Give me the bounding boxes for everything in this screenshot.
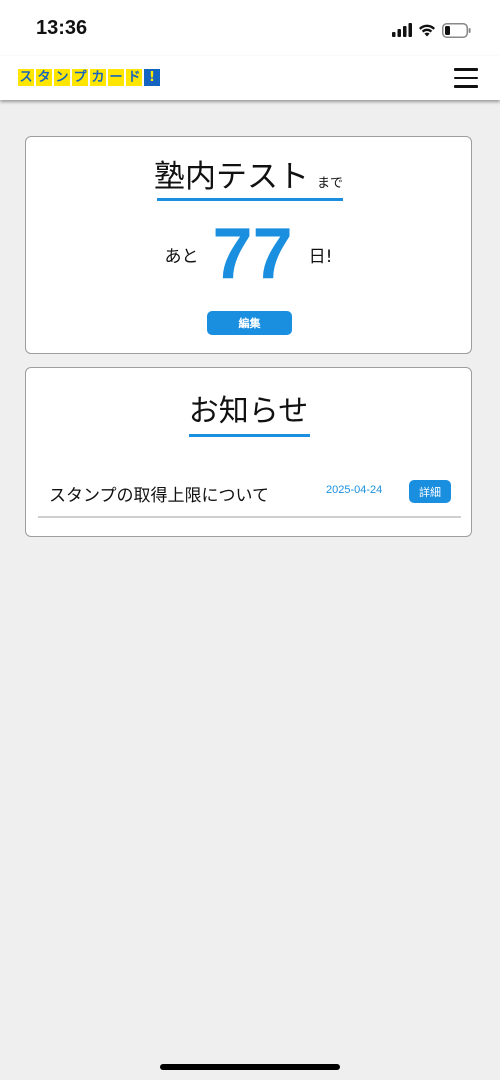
- countdown-title-text: 塾内テスト: [153, 159, 309, 195]
- logo-char: !: [144, 69, 160, 86]
- app-logo[interactable]: スタンプカード!: [18, 69, 160, 88]
- logo-char: ド: [126, 69, 142, 86]
- countdown-title-suffix: まで: [316, 176, 343, 191]
- battery-icon: [442, 22, 471, 38]
- detail-button[interactable]: 詳細: [409, 480, 451, 503]
- logo-char: ン: [54, 69, 70, 86]
- app-header: スタンプカード!: [0, 56, 500, 100]
- home-indicator: [160, 1064, 340, 1070]
- countdown-row: あと 77 日!: [26, 214, 471, 294]
- countdown-card: 塾内テスト まで あと 77 日! 編集: [25, 136, 472, 354]
- countdown-prefix: あと: [164, 246, 199, 267]
- status-time: 13:36: [36, 17, 88, 39]
- countdown-suffix: 日!: [308, 246, 333, 267]
- logo-char: プ: [72, 69, 88, 86]
- countdown-title-underline: [157, 198, 343, 201]
- news-title-underline: [189, 434, 310, 437]
- hamburger-menu-icon[interactable]: [454, 68, 478, 88]
- logo-char: ー: [108, 69, 124, 86]
- logo-char: タ: [36, 69, 52, 86]
- news-title: お知らせ: [188, 394, 309, 429]
- countdown-title: 塾内テスト まで: [26, 151, 471, 196]
- news-list-item[interactable]: スタンプの取得上限について 2025-04-24 詳細: [38, 478, 461, 518]
- news-item-title[interactable]: スタンプの取得上限について: [49, 481, 269, 506]
- news-card: お知らせ スタンプの取得上限について 2025-04-24 詳細: [25, 367, 472, 537]
- wifi-icon: [419, 24, 435, 37]
- status-icons: [392, 20, 472, 40]
- countdown-days: 77: [212, 214, 293, 294]
- status-bar: 13:36: [0, 0, 500, 56]
- news-item-date: 2025-04-24: [326, 484, 383, 496]
- logo-char: ス: [18, 69, 34, 86]
- edit-button[interactable]: 編集: [207, 311, 292, 335]
- cellular-signal-icon: [392, 23, 412, 37]
- logo-char: カ: [90, 69, 106, 86]
